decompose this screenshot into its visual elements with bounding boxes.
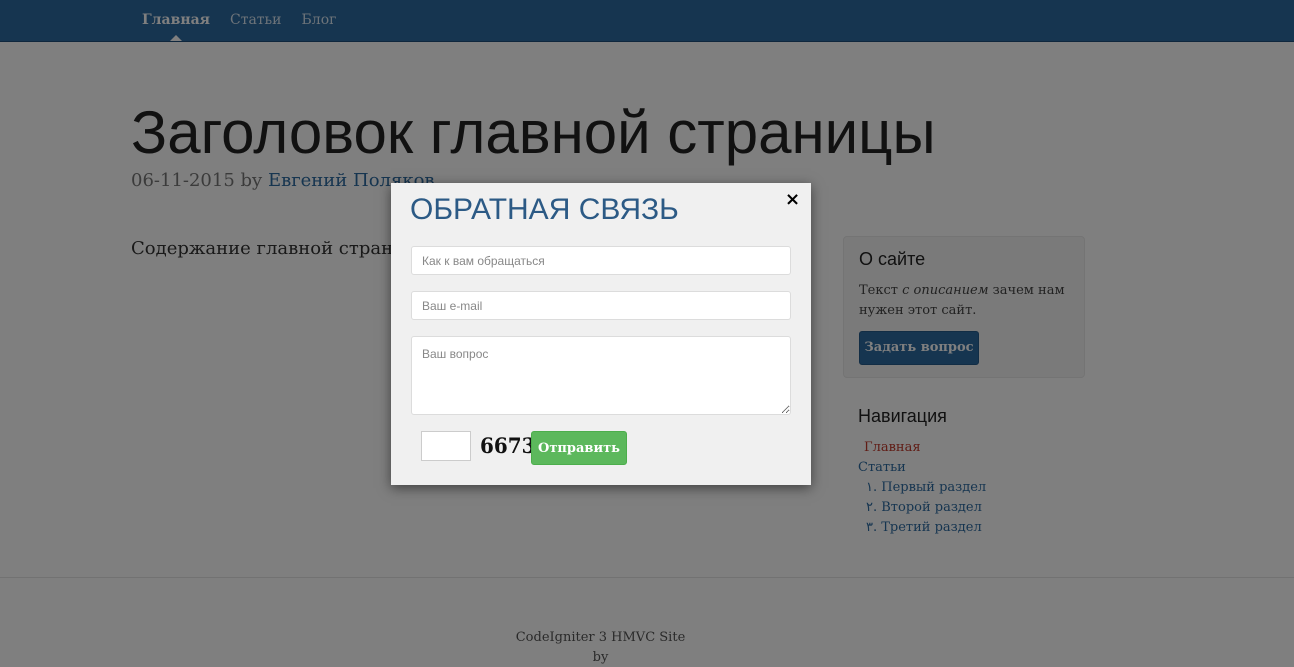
- feedback-modal: ОБРАТНАЯ СВЯЗЬ × 6673 Отправить: [391, 183, 811, 485]
- modal-title: ОБРАТНАЯ СВЯЗЬ: [410, 193, 679, 226]
- submit-button[interactable]: Отправить: [531, 431, 627, 465]
- name-input[interactable]: [411, 246, 791, 275]
- question-textarea[interactable]: [411, 336, 791, 415]
- captcha-input[interactable]: [421, 431, 471, 461]
- email-input[interactable]: [411, 291, 791, 320]
- captcha-image: 6673: [480, 433, 536, 458]
- close-icon[interactable]: ×: [785, 189, 800, 210]
